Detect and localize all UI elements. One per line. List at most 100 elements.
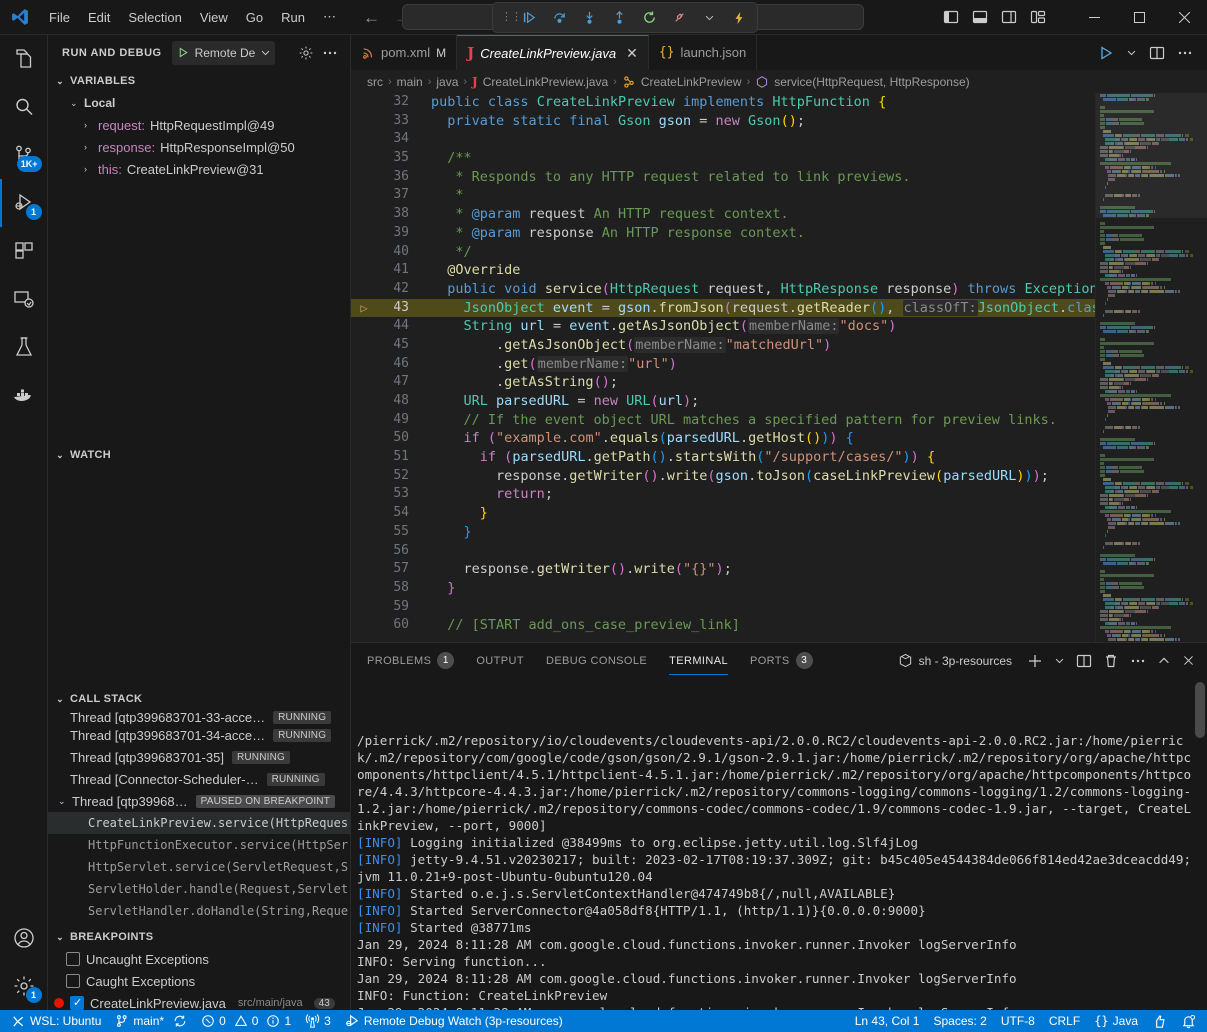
code-line[interactable]: 59 [351,598,1095,617]
status-debug-session[interactable]: Remote Debug Watch (3p-resources) [338,1010,570,1032]
activity-item-search[interactable] [0,83,48,131]
status-ports[interactable]: 3 [298,1010,338,1032]
breadcrumb-item-method[interactable]: service(HttpRequest, HttpResponse) [774,75,969,89]
minimap-viewport-slider[interactable] [1096,93,1207,218]
panel-tab-output[interactable]: OUTPUT [476,643,524,678]
variable-row[interactable]: › response: HttpResponseImpl@50 [48,136,350,158]
status-feedback[interactable] [1145,1010,1174,1032]
code-line[interactable]: 56 [351,542,1095,561]
variable-row[interactable]: › this: CreateLinkPreview@31 [48,158,350,180]
call-stack-thread-paused[interactable]: ⌄ Thread [qtp39968… PAUSED ON BREAKPOINT [48,790,350,812]
status-encoding[interactable]: UTF-8 [994,1010,1042,1032]
panel-more-actions-icon[interactable] [1130,653,1146,669]
terminal-instance[interactable]: sh - 3p-resources [898,653,1012,668]
section-header-breakpoints[interactable]: ⌄ BREAKPOINTS [48,926,350,948]
editor-tab-pom-xml[interactable]: pom.xml M [351,35,457,70]
activity-item-run-and-debug[interactable]: 1 [0,179,48,227]
code-editor[interactable]: 32public class CreateLinkPreview impleme… [351,93,1095,642]
call-stack-frame[interactable]: ServletHandler.doHandle(String,Reque [48,900,350,922]
terminal-scrollbar[interactable] [1195,682,1205,738]
code-line[interactable]: 40 */ [351,243,1095,262]
activity-item-extensions[interactable] [0,227,48,275]
panel-tab-ports[interactable]: PORTS 3 [750,643,813,678]
code-line[interactable]: 54 } [351,504,1095,523]
debug-disconnect-icon[interactable] [669,8,689,28]
breakpoint-row-caught-exceptions[interactable]: Caught Exceptions [48,970,350,992]
call-stack-frame[interactable]: HttpFunctionExecutor.service(HttpSer [48,834,350,856]
kill-terminal-icon[interactable] [1103,653,1119,669]
window-maximize-button[interactable] [1117,0,1162,35]
code-line[interactable]: 49 // If the event object URL matches a … [351,411,1095,430]
activity-item-explorer[interactable] [0,35,48,83]
code-line[interactable]: 50 if ("example.com".equals(parsedURL.ge… [351,429,1095,448]
split-terminal-icon[interactable] [1076,653,1092,669]
code-line[interactable]: 44 String url = event.getAsJsonObject(me… [351,317,1095,336]
variable-row[interactable]: › request: HttpRequestImpl@49 [48,114,350,136]
run-java-icon[interactable] [1098,45,1114,61]
activity-item-source-control[interactable]: 1K+ [0,131,48,179]
launch-configuration-select[interactable]: Remote De [172,41,276,65]
code-line[interactable]: 33 private static final Gson gson = new … [351,112,1095,131]
debug-step-into-icon[interactable] [579,8,599,28]
more-actions-icon[interactable] [322,45,338,61]
editor-more-actions-icon[interactable] [1177,45,1193,61]
breadcrumb-item-class[interactable]: CreateLinkPreview [641,75,742,89]
terminal-output[interactable]: /pierrick/.m2/repository/io/cloudevents/… [351,678,1207,1010]
activity-item-remote-explorer[interactable] [0,275,48,323]
code-line[interactable]: 39 * @param response An HTTP response co… [351,224,1095,243]
activity-item-manage-settings[interactable]: 1 [0,962,48,1010]
code-line[interactable]: 55 } [351,523,1095,542]
section-header-variables[interactable]: ⌄ VARIABLES [48,70,350,92]
code-line[interactable]: 36 * Responds to any HTTP request relate… [351,168,1095,187]
call-stack-frame[interactable]: HttpServlet.service(ServletRequest,S [48,856,350,878]
gear-icon[interactable] [298,45,314,61]
tab-close-icon[interactable]: ✕ [626,45,638,62]
status-remote-indicator[interactable]: WSL: Ubuntu [4,1010,108,1032]
breadcrumb-item-file[interactable]: CreateLinkPreview.java [483,75,608,89]
activity-item-accounts[interactable] [0,914,48,962]
debug-toolbar-grip-icon[interactable]: ⋮⋮ [501,14,509,21]
code-line[interactable]: 60 // [START add_ons_case_preview_link] [351,616,1095,635]
status-indentation[interactable]: Spaces: 2 [926,1010,993,1032]
code-line[interactable]: 46 .get(memberName:"url") [351,355,1095,374]
debug-current-line-icon[interactable]: ▷ [351,299,377,318]
status-notifications[interactable] [1174,1010,1203,1032]
close-panel-icon[interactable] [1182,654,1195,667]
debug-step-over-icon[interactable] [549,8,569,28]
breakpoint-checkbox[interactable] [66,974,80,988]
activity-item-docker[interactable] [0,371,48,419]
call-stack-frame[interactable]: ServletHolder.handle(Request,Servlet [48,878,350,900]
status-language-mode[interactable]: {} Java [1087,1010,1145,1032]
call-stack-frame[interactable]: CreateLinkPreview.service(HttpReques [48,812,350,834]
menu-file[interactable]: File [40,6,79,29]
breadcrumb-item-src[interactable]: src [367,75,383,89]
code-line[interactable]: 38 * @param request An HTTP request cont… [351,205,1095,224]
hot-reload-icon[interactable] [729,8,749,28]
toggle-primary-sidebar-icon[interactable] [943,9,959,25]
code-line[interactable]: 53 return; [351,485,1095,504]
window-close-button[interactable] [1162,0,1207,35]
call-stack-thread[interactable]: Thread [Connector-Scheduler-… RUNNING [48,768,350,790]
status-eol[interactable]: CRLF [1042,1010,1087,1032]
code-line[interactable]: 47 .getAsString(); [351,373,1095,392]
call-stack-thread[interactable]: Thread [qtp399683701-35] RUNNING [48,746,350,768]
panel-tab-problems[interactable]: PROBLEMS 1 [367,643,454,678]
toggle-panel-icon[interactable] [972,9,988,25]
status-problems[interactable]: 0 0 1 [194,1010,298,1032]
panel-tab-terminal[interactable]: TERMINAL [669,643,728,678]
code-line[interactable]: 34 [351,130,1095,149]
editor-tab-createlinkpreview-java[interactable]: J CreateLinkPreview.java ✕ [457,35,649,70]
new-terminal-icon[interactable] [1027,653,1043,669]
menu-selection[interactable]: Selection [119,6,190,29]
debug-restart-icon[interactable] [639,8,659,28]
menu-view[interactable]: View [191,6,237,29]
back-arrow-icon[interactable]: ← [363,9,380,26]
window-minimize-button[interactable] [1072,0,1117,35]
maximize-panel-icon[interactable] [1157,654,1171,668]
split-editor-icon[interactable] [1149,45,1165,61]
menu-run[interactable]: Run [272,6,314,29]
section-header-call-stack[interactable]: ⌄ CALL STACK [48,688,350,710]
terminal-dropdown-icon[interactable] [1054,655,1065,666]
panel-tab-debug-console[interactable]: DEBUG CONSOLE [546,643,647,678]
debug-step-out-icon[interactable] [609,8,629,28]
